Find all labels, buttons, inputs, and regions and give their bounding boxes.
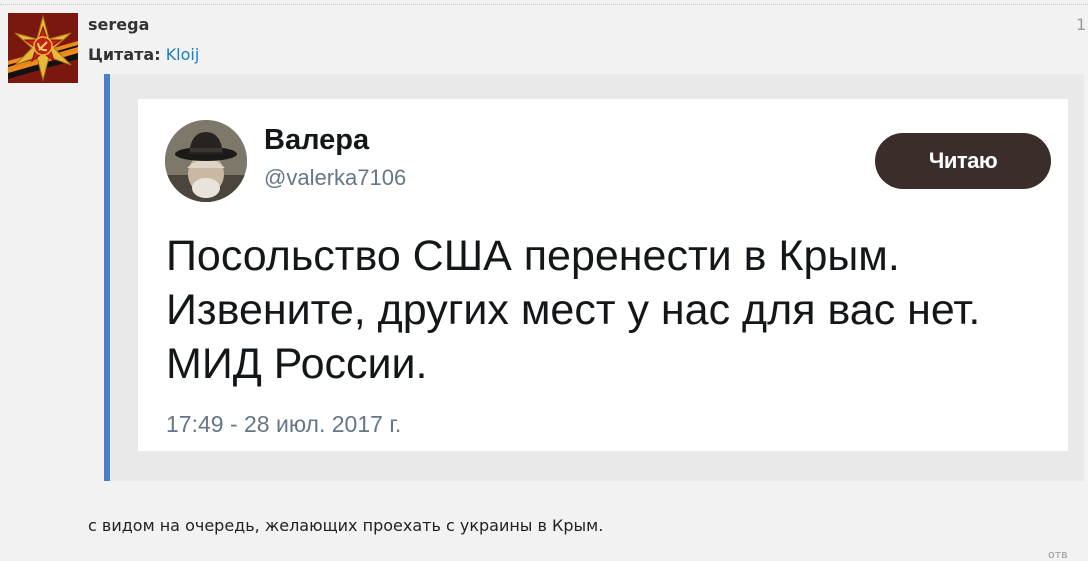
tweet-text-line: МИД России. [166, 340, 428, 388]
reply-link[interactable]: отв [1048, 548, 1068, 561]
post-number[interactable]: 1 [1076, 15, 1086, 34]
tweet-text-line: Извените, других мест у нас для вас нет. [166, 286, 981, 334]
soviet-star-sickle-icon [8, 13, 78, 83]
person-photo-icon [165, 120, 247, 202]
tweet-timestamp: 17:49 - 28 июл. 2017 г. [166, 411, 402, 437]
quote-author-link[interactable]: Kloij [166, 45, 200, 64]
tweet-text-line: Посольство США перенести в Крым. [166, 232, 900, 280]
tweet-author-name: Валера [264, 124, 370, 156]
post-body-text: с видом на очередь, желающих проехать с … [88, 516, 604, 535]
post-separator [0, 4, 1088, 5]
user-avatar[interactable] [8, 13, 78, 83]
tweet-avatar [165, 120, 247, 202]
post-username[interactable]: serega [88, 15, 149, 34]
tweet-author-handle: @valerka7106 [264, 165, 407, 190]
follow-button: Читаю [875, 133, 1051, 189]
tweet-screenshot: Валера @valerka7106 Читаю Посольство США… [138, 99, 1068, 451]
tweet-text: Посольство США перенести в Крым. Извенит… [166, 229, 1061, 391]
quote-label: Цитата: [88, 45, 161, 64]
quote-header: Цитата: Kloij [88, 45, 199, 64]
